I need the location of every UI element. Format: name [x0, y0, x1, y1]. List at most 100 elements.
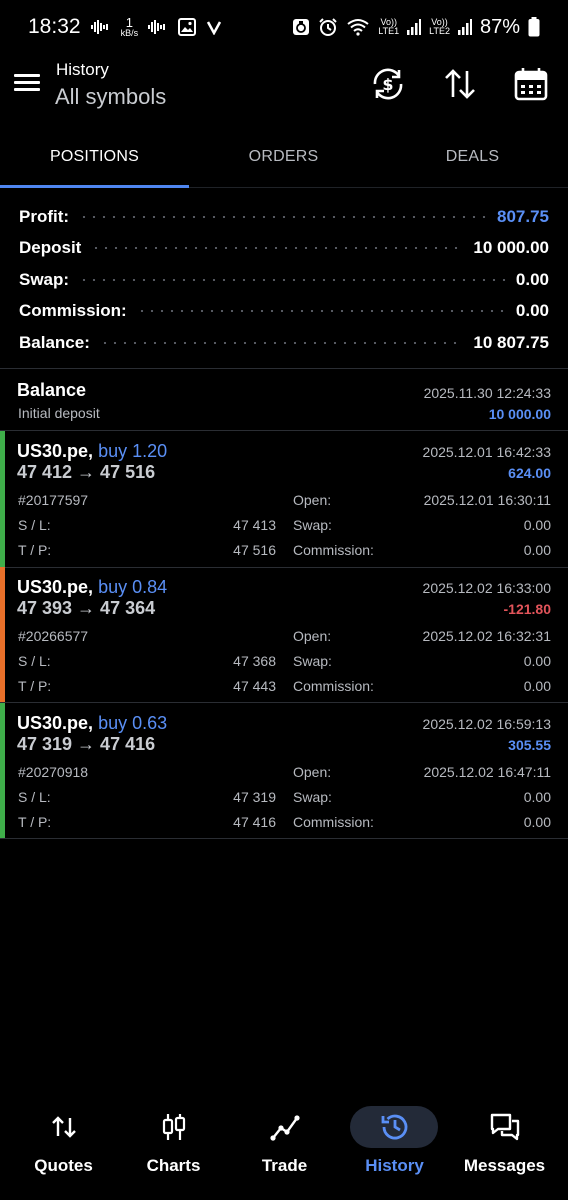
history-tabs: POSITIONS ORDERS DEALS [0, 130, 568, 188]
menu-icon[interactable] [14, 70, 42, 98]
tp-label: T / P: [18, 814, 52, 830]
recycle-icon [292, 18, 310, 36]
divider [0, 838, 568, 839]
commission-value: 0.00 [523, 678, 551, 694]
volte-1-indicator: Vo)) LTE1 [378, 18, 399, 36]
dotted-leader [91, 247, 464, 250]
nav-messages[interactable]: Messages [448, 1098, 561, 1193]
swap-value: 0.00 [523, 653, 551, 669]
tab-positions[interactable]: POSITIONS [0, 130, 189, 186]
tp-value: 47 516 [233, 542, 276, 558]
summary-label: Balance: [19, 332, 90, 352]
summary-label: Commission: [19, 301, 127, 321]
position-row[interactable]: US30.pe, buy 1.20 47 412 → 47 516 2025.1… [0, 431, 568, 567]
balance-title: Balance [17, 380, 87, 400]
position-side: buy 0.63 [98, 713, 168, 733]
svg-text:$: $ [382, 75, 393, 94]
position-side: buy 0.84 [98, 577, 168, 597]
calendar-icon[interactable] [513, 66, 549, 102]
gallery-icon [178, 18, 197, 36]
bottom-nav: Quotes Charts Trade History Messages [0, 1098, 568, 1200]
open-label: Open: [293, 492, 332, 508]
nav-charts[interactable]: Charts [117, 1098, 230, 1193]
position-status-bar [0, 567, 5, 703]
sl-value: 47 319 [233, 789, 276, 805]
summary-value: 10 000.00 [473, 238, 549, 258]
nav-quotes[interactable]: Quotes [7, 1098, 120, 1193]
history-clock-icon [378, 1110, 412, 1144]
summary-panel: Profit: 807.75 Deposit 10 000.00 Swap: 0… [0, 201, 568, 359]
swap-value: 0.00 [523, 789, 551, 805]
summary-label: Swap: [19, 269, 70, 289]
nav-label: Quotes [34, 1156, 93, 1175]
swap-label: Swap: [293, 653, 332, 669]
position-prices: 47 319 → 47 416 [17, 734, 156, 754]
trend-line-icon [268, 1110, 302, 1144]
balance-time: 2025.11.30 12:24:33 [423, 385, 551, 401]
sl-value: 47 413 [233, 517, 276, 533]
dotted-leader [79, 278, 506, 281]
position-close-time: 2025.12.01 16:42:33 [422, 444, 551, 460]
net-speed-unit: kB/s [120, 28, 139, 38]
commission-value: 0.00 [523, 542, 551, 558]
position-ticket: #20266577 [18, 628, 89, 644]
summary-value: 10 807.75 [473, 332, 549, 352]
signal-bars-1-icon [407, 19, 422, 35]
position-status-bar [0, 431, 5, 567]
nav-trade[interactable]: Trade [228, 1098, 341, 1193]
swap-value: 0.00 [523, 517, 551, 533]
summary-row-swap: Swap: 0.00 [0, 264, 568, 296]
open-time: 2025.12.01 16:30:11 [423, 492, 551, 508]
position-profit: 305.55 [508, 737, 551, 753]
divider [0, 368, 568, 369]
currency-sync-icon[interactable]: $ [370, 66, 406, 102]
commission-value: 0.00 [523, 814, 551, 830]
position-side: buy 1.20 [98, 441, 168, 461]
position-profit: 624.00 [508, 465, 551, 481]
signal-wave-icon [90, 19, 111, 35]
position-symbol: US30.pe, [17, 713, 94, 733]
tab-deals[interactable]: DEALS [378, 130, 567, 186]
balance-subtitle: Initial deposit [18, 405, 100, 421]
alarm-icon [318, 17, 338, 37]
sl-label: S / L: [18, 789, 51, 805]
open-time: 2025.12.02 16:32:31 [422, 628, 551, 644]
nav-label: Messages [463, 1156, 546, 1175]
commission-label: Commission: [293, 542, 374, 558]
tp-value: 47 443 [233, 678, 276, 694]
position-row[interactable]: US30.pe, buy 0.63 47 319 → 47 416 2025.1… [0, 703, 568, 839]
app-header: History All symbols $ [0, 54, 568, 122]
summary-label: Deposit [19, 238, 82, 258]
position-status-bar [0, 703, 5, 839]
position-prices: 47 412 → 47 516 [17, 462, 156, 482]
candlestick-icon [157, 1110, 191, 1144]
signal-bars-2-icon [457, 19, 472, 35]
sort-icon[interactable] [442, 66, 478, 102]
position-row[interactable]: US30.pe, buy 0.84 47 393 → 47 364 2025.1… [0, 567, 568, 703]
tp-label: T / P: [18, 678, 52, 694]
position-symbol-line: US30.pe, buy 0.84 [17, 577, 167, 598]
check-v-icon [206, 19, 222, 35]
status-bar: 18:32 1 kB/s Vo)) LTE1 Vo)) LTE2 87% [0, 0, 568, 54]
position-symbol: US30.pe, [17, 441, 94, 461]
quotes-arrows-icon [47, 1110, 81, 1144]
position-symbol: US30.pe, [17, 577, 94, 597]
dotted-leader [79, 215, 487, 218]
summary-value: 0.00 [515, 301, 549, 321]
tab-orders[interactable]: ORDERS [189, 130, 378, 186]
nav-label: History [365, 1156, 424, 1175]
open-label: Open: [293, 628, 332, 644]
summary-row-deposit: Deposit 10 000.00 [0, 233, 568, 265]
summary-row-balance: Balance: 10 807.75 [0, 327, 568, 359]
nav-history[interactable]: History [338, 1098, 451, 1193]
symbol-filter[interactable]: All symbols [55, 84, 166, 110]
sl-value: 47 368 [233, 653, 276, 669]
position-close-time: 2025.12.02 16:59:13 [422, 716, 551, 732]
battery-percent: 87% [479, 15, 520, 38]
tp-label: T / P: [18, 542, 52, 558]
sl-label: S / L: [18, 653, 51, 669]
volte-2-indicator: Vo)) LTE2 [429, 18, 450, 36]
swap-label: Swap: [293, 517, 332, 533]
position-ticket: #20270918 [18, 764, 89, 780]
signal-wave-icon-2 [148, 19, 168, 35]
